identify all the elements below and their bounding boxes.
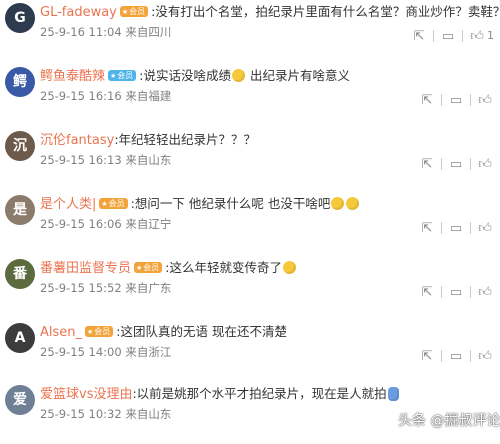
member-badge: ★会员 [85, 326, 114, 337]
username[interactable]: Alsen_ [40, 325, 82, 340]
comment-date: 25-9-15 16:16 [40, 89, 122, 103]
comment-location: 来自山东 [125, 153, 172, 167]
username[interactable]: GL-fadeway [40, 5, 117, 20]
comment-actions: ⇱ ▭ 👍︎ [413, 345, 494, 365]
like-icon[interactable]: 👍︎ [468, 29, 486, 45]
thumb-emoji [387, 386, 399, 401]
comment-date: 25-9-16 11:04 [40, 25, 122, 39]
share-icon[interactable]: ⇱ [418, 157, 436, 173]
comment-date: 25-9-15 16:13 [40, 153, 122, 167]
share-icon[interactable]: ⇱ [418, 221, 436, 237]
comment-text: :这么年轻就变传奇了 [165, 260, 283, 275]
comment-actions: ⇱ ▭ 👍︎ [413, 89, 494, 109]
share-icon[interactable]: ⇱ [410, 29, 428, 45]
like-icon[interactable]: 👍︎ [476, 93, 494, 109]
comment-location: 来自山东 [125, 407, 172, 421]
avatar[interactable]: 番 [5, 259, 35, 289]
thinking-emoji [232, 69, 246, 82]
comment-item: G GL-fadeway ★会员:没有打出个名堂，拍纪录片里面有什么名堂？商业炒作… [0, 0, 500, 62]
comment-text: :这团队真的无语 现在还不清楚 [116, 324, 287, 339]
share-icon[interactable]: ⇱ [418, 93, 436, 109]
share-icon[interactable]: ⇱ [418, 285, 436, 301]
reply-icon[interactable]: ▭ [447, 349, 465, 365]
username[interactable]: 是个人类| [40, 197, 96, 212]
comment-actions: ⇱ ▭ 👍︎ 1 [405, 25, 494, 45]
comment-text: :以前是姚那个水平才拍纪录片，现在是人就拍 [132, 386, 387, 401]
member-badge: ★会员 [99, 198, 128, 209]
avatar[interactable]: 爱 [5, 385, 35, 415]
reply-icon[interactable]: ▭ [447, 285, 465, 301]
comment-location: 来自福建 [125, 89, 172, 103]
comment-text: :想问一下 他纪录什么呢 也没干啥吧 [130, 196, 331, 211]
like-icon[interactable]: 👍︎ [476, 285, 494, 301]
comment-date: 25-9-15 15:52 [40, 281, 122, 295]
face-emoji [283, 261, 297, 274]
reply-icon[interactable]: ▭ [439, 29, 457, 45]
comment-item: 番 番薯田监督专员 ★会员:这么年轻就变传奇了 25-9-15 15:52 来自广… [0, 256, 500, 318]
avatar[interactable]: 鳄 [5, 67, 35, 97]
comment-text: :没有打出个名堂，拍纪录片里面有什么名堂？商业炒作？卖鞋？ [151, 4, 500, 19]
username[interactable]: 爱篮球vs没理由 [40, 387, 132, 402]
comment-location: 来自浙江 [125, 345, 172, 359]
comment-item: 沉 沉伦fantasy:年纪轻轻出纪录片？？？ 25-9-15 16:13 来自… [0, 128, 500, 190]
sweat-emoji [331, 197, 345, 210]
sweat-emoji [346, 197, 360, 210]
comment-item: 鳄 鳄鱼泰酷辣 ★会员:说实话没啥成绩 出纪录片有啥意义 25-9-15 16:1… [0, 64, 500, 126]
comment-item: 是 是个人类| ★会员:想问一下 他纪录什么呢 也没干啥吧 25-9-15 16:… [0, 192, 500, 254]
comment-actions: ⇱ ▭ 👍︎ [413, 281, 494, 301]
comment-date: 25-9-15 16:06 [40, 217, 122, 231]
comment-location: 来自辽宁 [125, 217, 172, 231]
like-icon[interactable]: 👍︎ [476, 221, 494, 237]
member-badge: ★会员 [108, 70, 137, 81]
watermark: 头条 @掘叔评论 [398, 413, 500, 429]
comment-date: 25-9-15 10:32 [40, 407, 122, 421]
like-icon[interactable]: 👍︎ [476, 349, 494, 365]
like-count: 1 [487, 29, 494, 42]
member-badge: ★会员 [134, 262, 163, 273]
avatar[interactable]: A [5, 323, 35, 353]
username[interactable]: 鳄鱼泰酷辣 [40, 69, 105, 84]
avatar[interactable]: G [5, 3, 35, 33]
username[interactable]: 沉伦fantasy [40, 133, 114, 148]
comment-actions: ⇱ ▭ 👍︎ [413, 217, 494, 237]
member-badge: ★会员 [119, 6, 149, 17]
comment-text-after: 出纪录片有啥意义 [246, 68, 350, 83]
reply-icon[interactable]: ▭ [447, 93, 465, 109]
username[interactable]: 番薯田监督专员 [40, 261, 131, 276]
share-icon[interactable]: ⇱ [418, 349, 436, 365]
reply-icon[interactable]: ▭ [447, 157, 465, 173]
reply-icon[interactable]: ▭ [447, 221, 465, 237]
comment-item: A Alsen_ ★会员:这团队真的无语 现在还不清楚 25-9-15 14:00… [0, 320, 500, 382]
avatar[interactable]: 是 [5, 195, 35, 225]
comment-actions: ⇱ ▭ 👍︎ [413, 153, 494, 173]
avatar[interactable]: 沉 [5, 131, 35, 161]
comment-date: 25-9-15 14:00 [40, 345, 122, 359]
comment-text: :说实话没啥成绩 [139, 68, 232, 83]
comment-location: 来自广东 [125, 281, 172, 295]
comment-location: 来自四川 [125, 25, 172, 39]
like-icon[interactable]: 👍︎ [476, 157, 494, 173]
comment-text: :年纪轻轻出纪录片？？？ [114, 132, 257, 147]
